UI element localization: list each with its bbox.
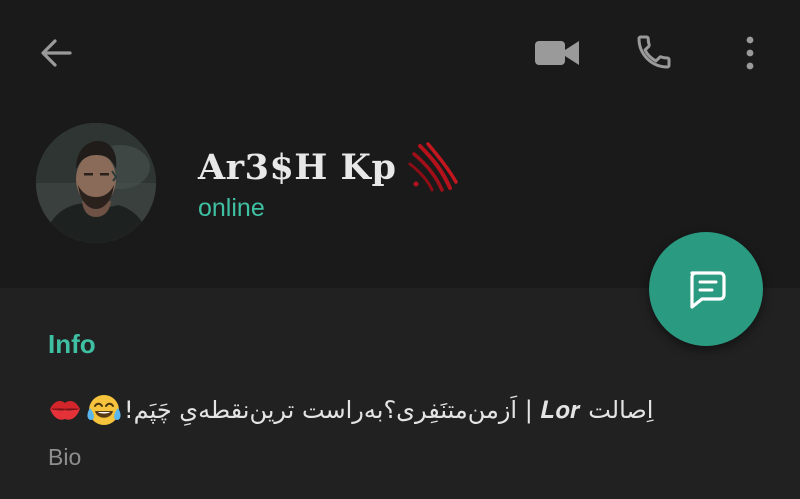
more-options-button[interactable]: [734, 30, 766, 76]
bio-emojis: [48, 392, 122, 428]
video-call-button[interactable]: [530, 30, 584, 76]
bio-text: اِصالت 𝑳𝒐𝒓 | اَزمن‌متنَفِری؟به‌راست ترین…: [124, 396, 654, 424]
more-vertical-icon: [746, 36, 754, 70]
contact-status: online: [198, 194, 265, 222]
back-button[interactable]: [32, 30, 80, 76]
contact-name-row: Ar3$H Kp: [198, 140, 460, 194]
voice-call-button[interactable]: [630, 28, 678, 76]
contact-name: Ar3$H Kp: [198, 146, 397, 188]
message-icon: [690, 271, 726, 309]
profile-photo: [36, 123, 156, 243]
arrow-left-icon: [41, 39, 72, 67]
bio-row[interactable]: اِصالت 𝑳𝒐𝒓 | اَزمن‌متنَفِری؟به‌راست ترین…: [48, 388, 728, 432]
bio-label: Bio: [48, 444, 82, 470]
tears-of-joy-icon: [87, 395, 121, 425]
avatar[interactable]: [36, 123, 156, 243]
video-camera-icon: [535, 41, 579, 65]
phone-icon: [637, 35, 671, 69]
kiss-mark-icon: [50, 401, 80, 420]
claw-scratch-icon: [408, 142, 459, 192]
info-heading: Info: [48, 329, 96, 359]
message-fab-button[interactable]: [649, 232, 763, 346]
contact-info-screen: Ar3$H Kp online Info: [0, 0, 800, 499]
